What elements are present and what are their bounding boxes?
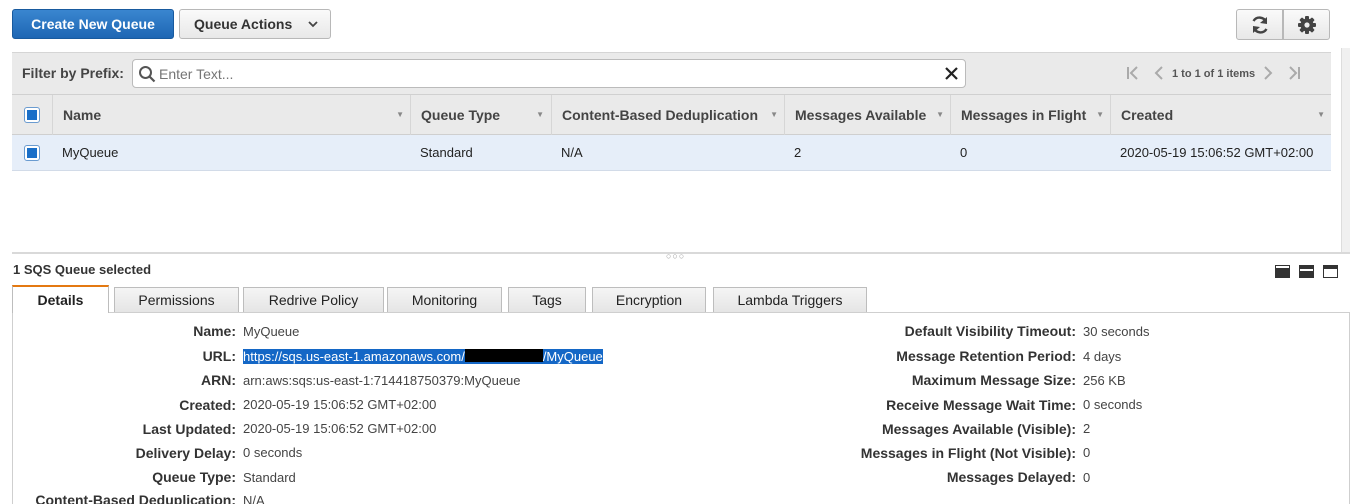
- column-header-messages-available[interactable]: Messages Available ▼: [784, 95, 950, 135]
- first-page-icon[interactable]: [1126, 65, 1142, 83]
- detail-value-max-message-size: 256 KB: [1083, 373, 1126, 388]
- sort-icon: ▼: [936, 110, 944, 119]
- detail-label-dedup: Content-Based Deduplication:: [35, 492, 236, 504]
- detail-value-receive-wait-time: 0 seconds: [1083, 397, 1143, 412]
- column-header-messages-in-flight[interactable]: Messages in Flight ▼: [950, 95, 1110, 135]
- queue-actions-label: Queue Actions: [194, 16, 293, 32]
- detail-label-arn: ARN:: [201, 372, 236, 388]
- cell-queue-type: Standard: [420, 145, 473, 160]
- cell-messages-available: 2: [794, 145, 802, 160]
- create-new-queue-button[interactable]: Create New Queue: [12, 9, 174, 39]
- detail-value-delivery-delay: 0 seconds: [243, 445, 303, 460]
- pagination: 1 to 1 of 1 items: [1126, 65, 1301, 83]
- redacted-block: [464, 349, 543, 362]
- detail-label-messages-available: Messages Available (Visible):: [881, 421, 1076, 437]
- refresh-button[interactable]: [1236, 9, 1283, 40]
- detail-value-name: MyQueue: [243, 324, 300, 339]
- detail-label-retention-period: Message Retention Period:: [896, 348, 1076, 364]
- detail-value-queue-type: Standard: [243, 470, 296, 485]
- filter-prefix-input[interactable]: [159, 63, 939, 84]
- table-row[interactable]: MyQueue Standard N/A 2 0 2020-05-19 15:0…: [12, 135, 1331, 171]
- detail-value-messages-delayed: 0: [1083, 470, 1091, 485]
- column-label: Messages Available: [795, 107, 927, 123]
- pager-text: 1 to 1 of 1 items: [1172, 68, 1256, 80]
- detail-value-messages-in-flight: 0: [1083, 445, 1091, 460]
- details-tabs: Details Permissions Redrive Policy Monit…: [12, 285, 1350, 313]
- column-label: Messages in Flight: [961, 107, 1087, 123]
- queue-actions-button[interactable]: Queue Actions: [179, 9, 331, 39]
- detail-label-messages-in-flight: Messages in Flight (Not Visible):: [860, 445, 1076, 461]
- detail-value-created: 2020-05-19 15:06:52 GMT+02:00: [243, 397, 437, 412]
- detail-label-messages-delayed: Messages Delayed:: [946, 469, 1076, 485]
- select-all-checkbox[interactable]: [24, 107, 40, 123]
- tab-tags[interactable]: Tags: [508, 287, 586, 313]
- detail-label-max-message-size: Maximum Message Size:: [911, 372, 1076, 388]
- layout-split-icon[interactable]: [1299, 265, 1314, 278]
- prev-page-icon[interactable]: [1154, 65, 1164, 83]
- next-page-icon[interactable]: [1263, 65, 1273, 83]
- detail-label-url: URL:: [202, 348, 236, 364]
- tab-encryption[interactable]: Encryption: [592, 287, 706, 313]
- selection-count: 1 SQS Queue selected: [13, 262, 152, 277]
- tab-details[interactable]: Details: [12, 285, 109, 313]
- detail-value-retention-period: 4 days: [1083, 349, 1122, 364]
- filter-input-box: [132, 59, 966, 88]
- detail-label-receive-wait-time: Receive Message Wait Time:: [886, 397, 1076, 413]
- tab-permissions[interactable]: Permissions: [114, 287, 239, 313]
- detail-value-url[interactable]: https://sqs.us-east-1.amazonaws.com/ /MyQ…: [243, 349, 603, 364]
- column-label: Content-Based Deduplication: [562, 107, 759, 123]
- top-toolbar: Create New Queue Queue Actions: [0, 0, 1350, 50]
- chevron-down-icon: [308, 10, 318, 49]
- settings-button[interactable]: [1283, 9, 1330, 40]
- column-header-queue-type[interactable]: Queue Type ▼: [410, 95, 550, 135]
- column-label: Queue Type: [421, 107, 501, 123]
- detail-value-dedup: N/A: [243, 493, 265, 504]
- cell-messages-in-flight: 0: [960, 145, 968, 160]
- url-suffix: /MyQueue: [542, 349, 603, 364]
- gear-icon: [1297, 15, 1316, 34]
- detail-label-last-updated: Last Updated:: [142, 421, 236, 437]
- cell-name: MyQueue: [62, 145, 119, 160]
- search-icon: [138, 65, 156, 86]
- close-icon[interactable]: [944, 66, 959, 84]
- url-prefix: https://sqs.us-east-1.amazonaws.com/: [243, 349, 465, 364]
- layout-bottom-icon[interactable]: [1275, 265, 1290, 278]
- detail-label-created: Created:: [179, 397, 236, 413]
- column-label: Name: [63, 107, 102, 123]
- cell-created: 2020-05-19 15:06:52 GMT+02:00: [1120, 145, 1314, 160]
- sort-icon: ▼: [1096, 110, 1104, 119]
- detail-value-arn: arn:aws:sqs:us-east-1:714418750379:MyQue…: [243, 373, 521, 388]
- filter-bar: Filter by Prefix: 1 to 1 of 1 items: [12, 52, 1331, 94]
- sort-icon: ▼: [396, 110, 404, 119]
- detail-label-name: Name:: [193, 323, 236, 339]
- drag-handle-icon[interactable]: ○○○: [666, 251, 685, 261]
- sort-icon: ▼: [770, 110, 778, 119]
- last-page-icon[interactable]: [1285, 65, 1301, 83]
- detail-value-visibility-timeout: 30 seconds: [1083, 324, 1150, 339]
- filter-label: Filter by Prefix:: [22, 65, 124, 81]
- layout-full-icon[interactable]: [1323, 265, 1338, 278]
- column-header-name[interactable]: Name ▼: [52, 95, 410, 135]
- cell-dedup: N/A: [561, 145, 583, 160]
- sort-icon: ▼: [1317, 110, 1325, 119]
- detail-value-last-updated: 2020-05-19 15:06:52 GMT+02:00: [243, 421, 437, 436]
- column-header-dedup[interactable]: Content-Based Deduplication ▼: [551, 95, 784, 135]
- detail-label-queue-type: Queue Type:: [152, 469, 236, 485]
- detail-label-visibility-timeout: Default Visibility Timeout:: [904, 323, 1076, 339]
- sort-icon: ▼: [536, 110, 544, 119]
- column-label: Created: [1121, 107, 1174, 123]
- scrollbar[interactable]: [1341, 48, 1350, 253]
- table-header: Name ▼ Queue Type ▼ Content-Based Deduplic…: [12, 94, 1331, 135]
- column-header-created[interactable]: Created ▼: [1110, 95, 1331, 135]
- tab-redrive-policy[interactable]: Redrive Policy: [243, 287, 384, 313]
- detail-label-delivery-delay: Delivery Delay:: [135, 445, 236, 461]
- refresh-icon: [1251, 15, 1268, 34]
- tab-lambda-triggers[interactable]: Lambda Triggers: [713, 287, 867, 313]
- detail-value-messages-available: 2: [1083, 421, 1091, 436]
- row-checkbox[interactable]: [24, 145, 40, 161]
- tab-monitoring[interactable]: Monitoring: [387, 287, 502, 313]
